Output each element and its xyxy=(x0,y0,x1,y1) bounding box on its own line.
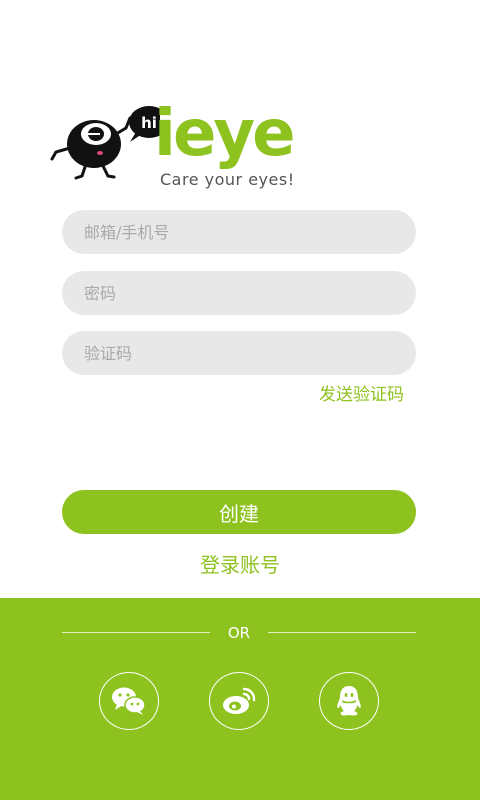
qq-icon xyxy=(337,686,361,716)
send-code-link[interactable]: 发送验证码 xyxy=(319,380,404,405)
app-logo: hi ieye Care your eyes! xyxy=(50,97,340,194)
weibo-icon xyxy=(223,687,256,714)
brand-tagline: Care your eyes! xyxy=(160,170,295,189)
create-button[interactable]: 创建 xyxy=(62,490,416,534)
social-login-panel: OR xyxy=(0,598,480,800)
password-input[interactable] xyxy=(62,271,416,315)
wechat-login-button[interactable] xyxy=(99,672,159,730)
or-text: OR xyxy=(227,624,251,642)
qq-login-button[interactable] xyxy=(319,672,379,730)
wechat-icon xyxy=(112,687,146,715)
or-divider: OR xyxy=(62,622,416,644)
verification-code-input[interactable] xyxy=(62,331,416,375)
account-input[interactable] xyxy=(62,210,416,254)
divider-line-right xyxy=(268,632,416,633)
login-account-link[interactable]: 登录账号 xyxy=(0,549,480,578)
brand-wordmark: ieye xyxy=(154,97,295,171)
weibo-login-button[interactable] xyxy=(209,672,269,730)
mascot-icon: hi xyxy=(50,106,160,180)
